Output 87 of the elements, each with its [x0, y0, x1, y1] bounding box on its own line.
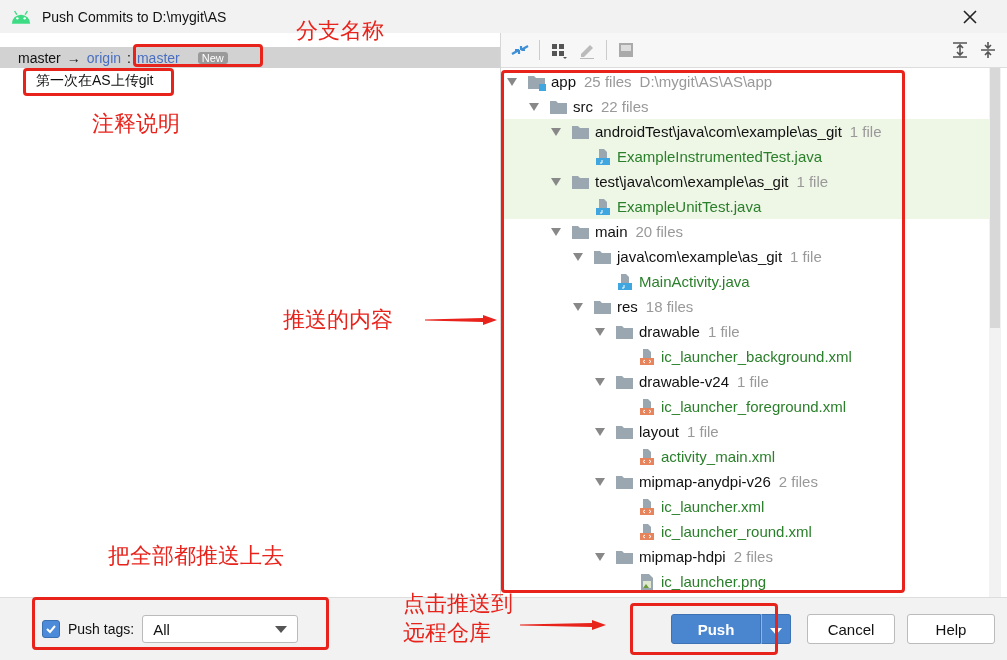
- java-file-icon: [593, 197, 613, 216]
- collapse-toggle-icon[interactable]: [573, 301, 583, 312]
- expand-all-icon[interactable]: [951, 41, 969, 59]
- push-button[interactable]: Push: [671, 614, 761, 644]
- scrollbar-thumb[interactable]: [990, 68, 1000, 328]
- file-count: 25 files: [584, 73, 632, 90]
- file-name[interactable]: ic_launcher_foreground.xml: [661, 398, 847, 415]
- local-branch: master: [18, 49, 61, 66]
- folder-name[interactable]: drawable: [639, 323, 700, 340]
- changed-row[interactable]: test\java\com\example\as_git 1 file: [501, 169, 989, 194]
- xml-file-icon: [637, 497, 657, 516]
- folder-name[interactable]: java\com\example\as_git: [617, 248, 783, 265]
- collapse-toggle-icon[interactable]: [595, 326, 605, 337]
- push-tags-checkbox[interactable]: [42, 620, 60, 638]
- annotation-text: 点击推送到: [403, 590, 513, 618]
- arrow-text: →: [66, 49, 81, 66]
- file-count: 1 file: [737, 373, 769, 390]
- xml-file-icon: [637, 397, 657, 416]
- dialog-button[interactable]: Cancel: [807, 614, 895, 644]
- file-name[interactable]: ic_launcher.xml: [661, 498, 765, 515]
- collapse-toggle-icon[interactable]: [551, 176, 561, 187]
- tags-dropdown[interactable]: All: [142, 615, 299, 643]
- file-count: 22 files: [601, 98, 649, 115]
- file-name[interactable]: MainActivity.java: [639, 273, 750, 290]
- folder-name[interactable]: res: [617, 298, 638, 315]
- separator-text: :: [127, 49, 131, 66]
- collapse-toggle-icon[interactable]: [529, 101, 539, 112]
- folder-name[interactable]: test\java\com\example\as_git: [595, 173, 789, 190]
- folder-name[interactable]: app: [551, 73, 577, 90]
- collapse-toggle-icon[interactable]: [507, 76, 517, 87]
- changed-row[interactable]: ExampleUnitTest.java: [501, 194, 989, 219]
- file-count: 1 file: [687, 423, 719, 440]
- folder-name[interactable]: main: [595, 223, 628, 240]
- dialog-button[interactable]: Help: [907, 614, 995, 644]
- annotation-text: 分支名称: [296, 17, 384, 45]
- folder-name[interactable]: mipmap-anydpi-v26: [639, 473, 771, 490]
- caret-icon: [275, 625, 288, 633]
- collapse-all-icon[interactable]: [979, 41, 997, 59]
- folder-name[interactable]: drawable-v24: [639, 373, 730, 390]
- xml-file-icon: [637, 447, 657, 466]
- collapse-toggle-icon[interactable]: [573, 251, 583, 262]
- android-icon: [10, 9, 32, 24]
- collapse-toggle-icon[interactable]: [551, 226, 561, 237]
- window-title: Push Commits to D:\mygit\AS: [42, 8, 228, 25]
- annotation-arrow: [425, 313, 497, 327]
- java-file-icon: [593, 147, 613, 166]
- annotation-text: 把全部都推送上去: [108, 542, 284, 570]
- collapse-toggle-icon[interactable]: [595, 551, 605, 562]
- checkmark-icon: [45, 623, 57, 635]
- panel-icon[interactable]: [617, 41, 635, 59]
- folder-path: D:\mygit\AS\AS\app: [639, 73, 773, 90]
- annotation-text: 注释说明: [92, 110, 180, 138]
- folder-name[interactable]: layout: [639, 423, 680, 440]
- folder-name[interactable]: src: [573, 98, 593, 115]
- xml-file-icon: [637, 522, 657, 541]
- folder-name[interactable]: mipmap-hdpi: [639, 548, 726, 565]
- push-tags-label: Push tags:: [68, 621, 135, 637]
- file-count: 20 files: [635, 223, 684, 240]
- new-label: New: [197, 51, 228, 64]
- caret-icon: [770, 627, 782, 635]
- folder-name[interactable]: androidTest\java\com\example\as_git: [595, 123, 842, 140]
- collapse-toggle-icon[interactable]: [551, 126, 561, 137]
- commit-message[interactable]: 第一次在AS上传git: [0, 68, 500, 90]
- collapse-toggle-icon[interactable]: [595, 426, 605, 437]
- file-count: 1 file: [796, 173, 829, 190]
- collapse-toggle-icon[interactable]: [595, 376, 605, 387]
- file-name[interactable]: ic_launcher_background.xml: [661, 348, 852, 365]
- file-count: 2 files: [733, 548, 773, 565]
- file-name[interactable]: ic_launcher_round.xml: [661, 523, 812, 540]
- changed-row[interactable]: ExampleInstrumentedTest.java: [501, 144, 989, 169]
- java-file-icon: [615, 272, 635, 291]
- collapse-toggle-icon[interactable]: [595, 476, 605, 487]
- file-count: 18 files: [645, 298, 694, 315]
- close-icon[interactable]: [963, 9, 977, 24]
- changed-row[interactable]: androidTest\java\com\example\as_git 1 file: [501, 119, 989, 144]
- file-count: 2 files: [778, 473, 818, 490]
- file-count: 1 file: [707, 323, 740, 340]
- file-name[interactable]: ExampleUnitTest.java: [617, 198, 762, 215]
- annotation-text: 远程仓库: [403, 619, 491, 647]
- xml-file-icon: [637, 347, 657, 366]
- group-icon[interactable]: [550, 41, 568, 59]
- annotation-text: 推送的内容: [283, 306, 393, 334]
- file-name[interactable]: activity_main.xml: [661, 448, 776, 465]
- file-count: 1 file: [790, 248, 822, 265]
- file-count: 1 file: [849, 123, 882, 140]
- file-name[interactable]: ExampleInstrumentedTest.java: [617, 148, 823, 165]
- file-name[interactable]: ic_launcher.png: [661, 573, 767, 590]
